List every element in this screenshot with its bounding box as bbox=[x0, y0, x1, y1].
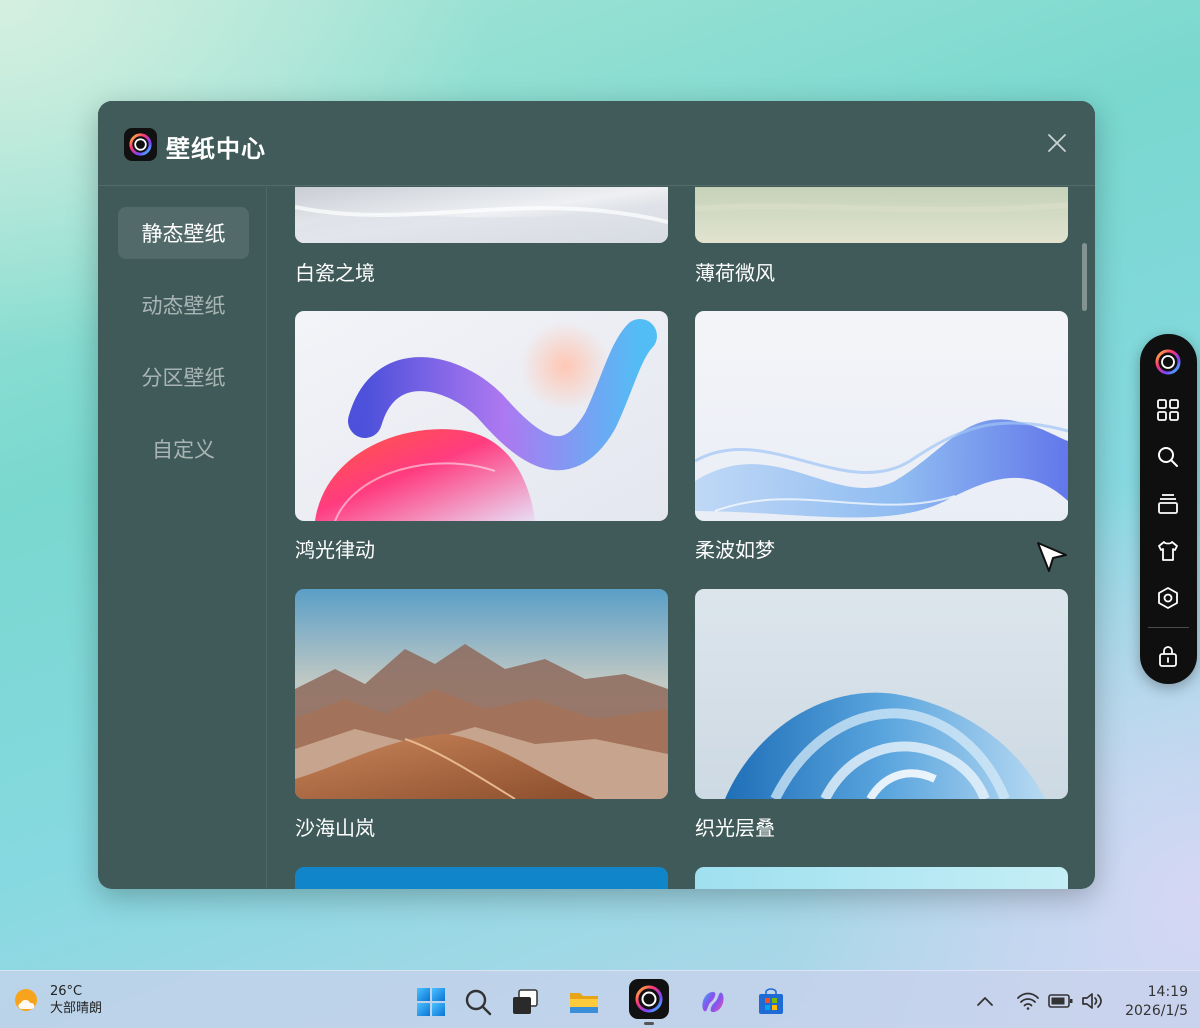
task-view-icon[interactable] bbox=[507, 984, 543, 1020]
category-sidebar: 静态壁纸 动态壁纸 分区壁纸 自定义 bbox=[98, 187, 267, 889]
lock-icon[interactable] bbox=[1151, 639, 1185, 673]
close-icon bbox=[1048, 134, 1066, 152]
taskbar: 26°C 大部晴朗 14:19 2026/1/5 bbox=[0, 970, 1200, 1028]
wallpaper-name: 柔波如梦 bbox=[695, 538, 775, 562]
mouse-cursor-icon bbox=[1035, 540, 1069, 574]
wallpaper-thumbnail[interactable] bbox=[295, 589, 668, 799]
wallpaper-name: 鸿光律动 bbox=[295, 538, 375, 562]
stack-icon[interactable] bbox=[1151, 487, 1185, 521]
nav-static-wallpaper[interactable]: 静态壁纸 bbox=[118, 207, 249, 259]
wallpaper-thumbnail[interactable] bbox=[695, 187, 1068, 243]
nav-zone-wallpaper[interactable]: 分区壁纸 bbox=[118, 351, 249, 403]
clock-date: 2026/1/5 bbox=[1125, 1003, 1188, 1019]
wallpaper-name: 沙海山岚 bbox=[295, 816, 375, 840]
wallpaper-grid: 白瓷之境 薄荷微风 鸿光律动 柔波如梦 沙海山岚 织光层叠 bbox=[268, 187, 1095, 889]
title-bar: 壁纸中心 bbox=[98, 101, 1095, 186]
wallpaper-thumbnail[interactable] bbox=[295, 867, 668, 889]
floating-toolbar bbox=[1140, 334, 1197, 684]
active-app-indicator bbox=[644, 1022, 654, 1025]
toolbar-divider bbox=[1148, 627, 1189, 628]
nav-custom[interactable]: 自定义 bbox=[118, 423, 249, 475]
copilot-icon[interactable] bbox=[695, 984, 731, 1020]
app-logo-icon bbox=[124, 128, 157, 161]
wallpaper-name: 织光层叠 bbox=[695, 816, 775, 840]
search-icon[interactable] bbox=[1151, 440, 1185, 474]
wallpaper-name: 白瓷之境 bbox=[295, 261, 375, 285]
close-button[interactable] bbox=[1045, 131, 1069, 155]
windows-start-icon[interactable] bbox=[413, 984, 449, 1020]
app-title: 壁纸中心 bbox=[166, 135, 266, 163]
battery-icon[interactable] bbox=[1048, 992, 1074, 1014]
weather-description: 大部晴朗 bbox=[50, 1001, 103, 1016]
search-icon[interactable] bbox=[460, 984, 496, 1020]
wallpaper-thumbnail[interactable] bbox=[695, 867, 1068, 889]
file-explorer-icon[interactable] bbox=[566, 984, 602, 1020]
scrollbar-thumb[interactable] bbox=[1082, 243, 1087, 311]
weather-sun-icon bbox=[15, 989, 37, 1011]
app-logo-icon[interactable] bbox=[1151, 345, 1185, 379]
system-clock[interactable]: 14:19 2026/1/5 bbox=[1125, 983, 1188, 1021]
wallpaper-app-icon[interactable] bbox=[629, 979, 669, 1019]
volume-icon[interactable] bbox=[1080, 991, 1104, 1015]
chevron-up-icon[interactable] bbox=[975, 993, 995, 1012]
shirt-icon[interactable] bbox=[1151, 534, 1185, 568]
wallpaper-thumbnail[interactable] bbox=[295, 187, 668, 243]
weather-widget[interactable]: 26°C 大部晴朗 bbox=[12, 983, 102, 1017]
store-icon[interactable] bbox=[753, 984, 789, 1020]
settings-icon[interactable] bbox=[1151, 581, 1185, 615]
wallpaper-center-window: 壁纸中心 静态壁纸 动态壁纸 分区壁纸 自定义 白瓷之境 薄荷微风 鸿光律动 柔… bbox=[98, 101, 1095, 889]
wallpaper-thumbnail[interactable] bbox=[695, 589, 1068, 799]
weather-temperature: 26°C bbox=[50, 984, 83, 999]
wallpaper-name: 薄荷微风 bbox=[695, 261, 775, 285]
clock-time: 14:19 bbox=[1147, 984, 1188, 1000]
nav-dynamic-wallpaper[interactable]: 动态壁纸 bbox=[118, 279, 249, 331]
grid-icon[interactable] bbox=[1151, 393, 1185, 427]
wifi-icon[interactable] bbox=[1016, 991, 1040, 1015]
wallpaper-thumbnail[interactable] bbox=[295, 311, 668, 521]
wallpaper-thumbnail[interactable] bbox=[695, 311, 1068, 521]
